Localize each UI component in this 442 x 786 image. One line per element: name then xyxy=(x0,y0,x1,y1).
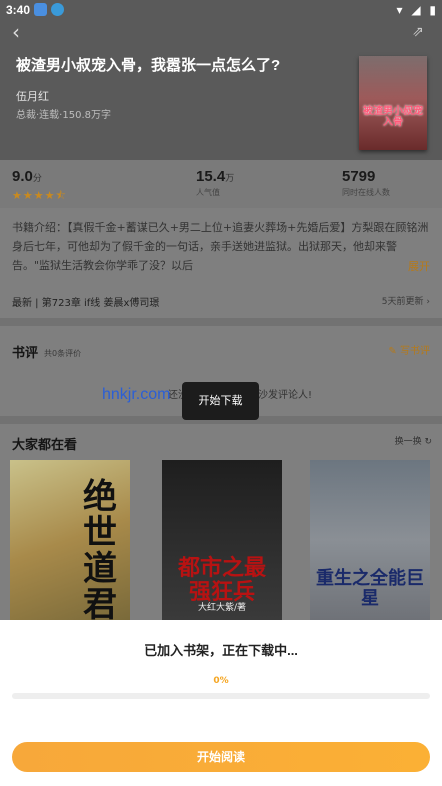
readers-stat: 5799 同时在线人数 xyxy=(342,166,390,198)
start-reading-button[interactable]: 开始阅读 xyxy=(12,742,430,772)
rating-stars-icon: ★★★★⯪ xyxy=(12,189,67,202)
stats-bar: 9.0分 ★★★★⯪ 15.4万 人气值 5799 同时在线人数 xyxy=(0,160,442,208)
back-arrow-icon[interactable]: ‹ xyxy=(12,22,32,42)
signal-icon: ◢ xyxy=(411,3,421,17)
notification-app-icon xyxy=(34,3,47,16)
book-cover-text: 被渣男小叔宠入骨 xyxy=(363,106,423,128)
status-icons: ▾ ◢ ▮ xyxy=(391,3,436,17)
popularity-value: 15.4 xyxy=(196,168,226,185)
readers-label: 同时在线人数 xyxy=(342,188,390,197)
recommend-book-1[interactable]: 绝世道君 xyxy=(10,460,130,620)
refresh-icon: ↻ xyxy=(424,437,432,447)
book-title: 被渣男小叔宠入骨，我嚣张一点怎么了? xyxy=(16,57,281,74)
download-progress-bar xyxy=(12,693,430,699)
popularity-label: 人气值 xyxy=(196,188,220,197)
download-percent: 0% xyxy=(213,676,229,686)
edit-icon: ✎ xyxy=(388,346,397,357)
recommend-book-2[interactable]: 都市之最强狂兵 大红大紫/著 xyxy=(162,460,282,620)
recommend-book-3-title: 重生之全能巨星 xyxy=(316,568,424,608)
book-cover: 被渣男小叔宠入骨 xyxy=(359,56,427,150)
download-notification-icon xyxy=(51,3,64,16)
latest-update-label: 5天前更新 xyxy=(381,297,424,307)
recommend-book-2-author: 大红大紫/著 xyxy=(197,603,247,613)
chevron-right-icon: › xyxy=(426,297,430,307)
book-meta: 总裁·连载·150.8万字 xyxy=(16,110,111,121)
readers-value: 5799 xyxy=(342,168,376,185)
download-status-title: 已加入书架，正在下载中... xyxy=(144,643,298,658)
download-toast: 开始下载 xyxy=(182,382,259,420)
battery-icon: ▮ xyxy=(429,3,436,17)
status-bar: 3:40 ▾ ◢ ▮ xyxy=(0,0,442,20)
recommend-book-3[interactable]: 重生之全能巨星 xyxy=(310,460,430,620)
refresh-label: 换一换 xyxy=(394,437,422,447)
rating-stat: 9.0分 ★★★★⯪ xyxy=(12,166,67,206)
reviews-title: 书评 xyxy=(12,345,39,360)
share-icon[interactable]: ⇗ xyxy=(412,24,428,40)
rating-unit: 分 xyxy=(32,174,42,184)
recommend-title: 大家都在看 xyxy=(12,437,78,452)
reviews-count: 共0条评价 xyxy=(44,349,82,358)
wifi-icon: ▾ xyxy=(396,3,403,17)
latest-update-time[interactable]: 5天前更新 › xyxy=(382,294,430,307)
popularity-unit: 万 xyxy=(225,174,235,184)
refresh-button[interactable]: 换一换 ↻ xyxy=(395,434,432,447)
watermark: hnkjr.com xyxy=(102,386,171,403)
status-time: 3:40 xyxy=(6,3,31,17)
divider xyxy=(0,318,442,326)
book-header: 3:40 ▾ ◢ ▮ ‹ ⇗ 被渣男小叔宠入骨，我嚣张一点怎么了? 伍月红 总裁… xyxy=(0,0,442,160)
recommend-book-1-title: 绝世道君 xyxy=(83,479,117,621)
write-review-label: 写书评 xyxy=(400,346,430,357)
rating-value: 9.0 xyxy=(12,168,33,185)
book-author[interactable]: 伍月红 xyxy=(16,88,49,104)
download-sheet: 已加入书架，正在下载中... 0% 开始阅读 xyxy=(0,620,442,786)
popularity-stat: 15.4万 人气值 xyxy=(196,166,234,198)
write-review-button[interactable]: ✎ 写书评 xyxy=(388,342,430,357)
latest-chapter[interactable]: 最新 | 第723章 if线 姜晨x傅司璟 xyxy=(12,294,159,309)
book-intro: 书籍介绍：【真假千金+蓄谋已久+男二上位+追妻火葬场+先婚后爱】方梨跟在顾铭洲身… xyxy=(12,221,429,272)
expand-intro-button[interactable]: 展开 xyxy=(408,258,430,274)
recommend-book-2-title: 都市之最强狂兵 xyxy=(177,555,266,604)
